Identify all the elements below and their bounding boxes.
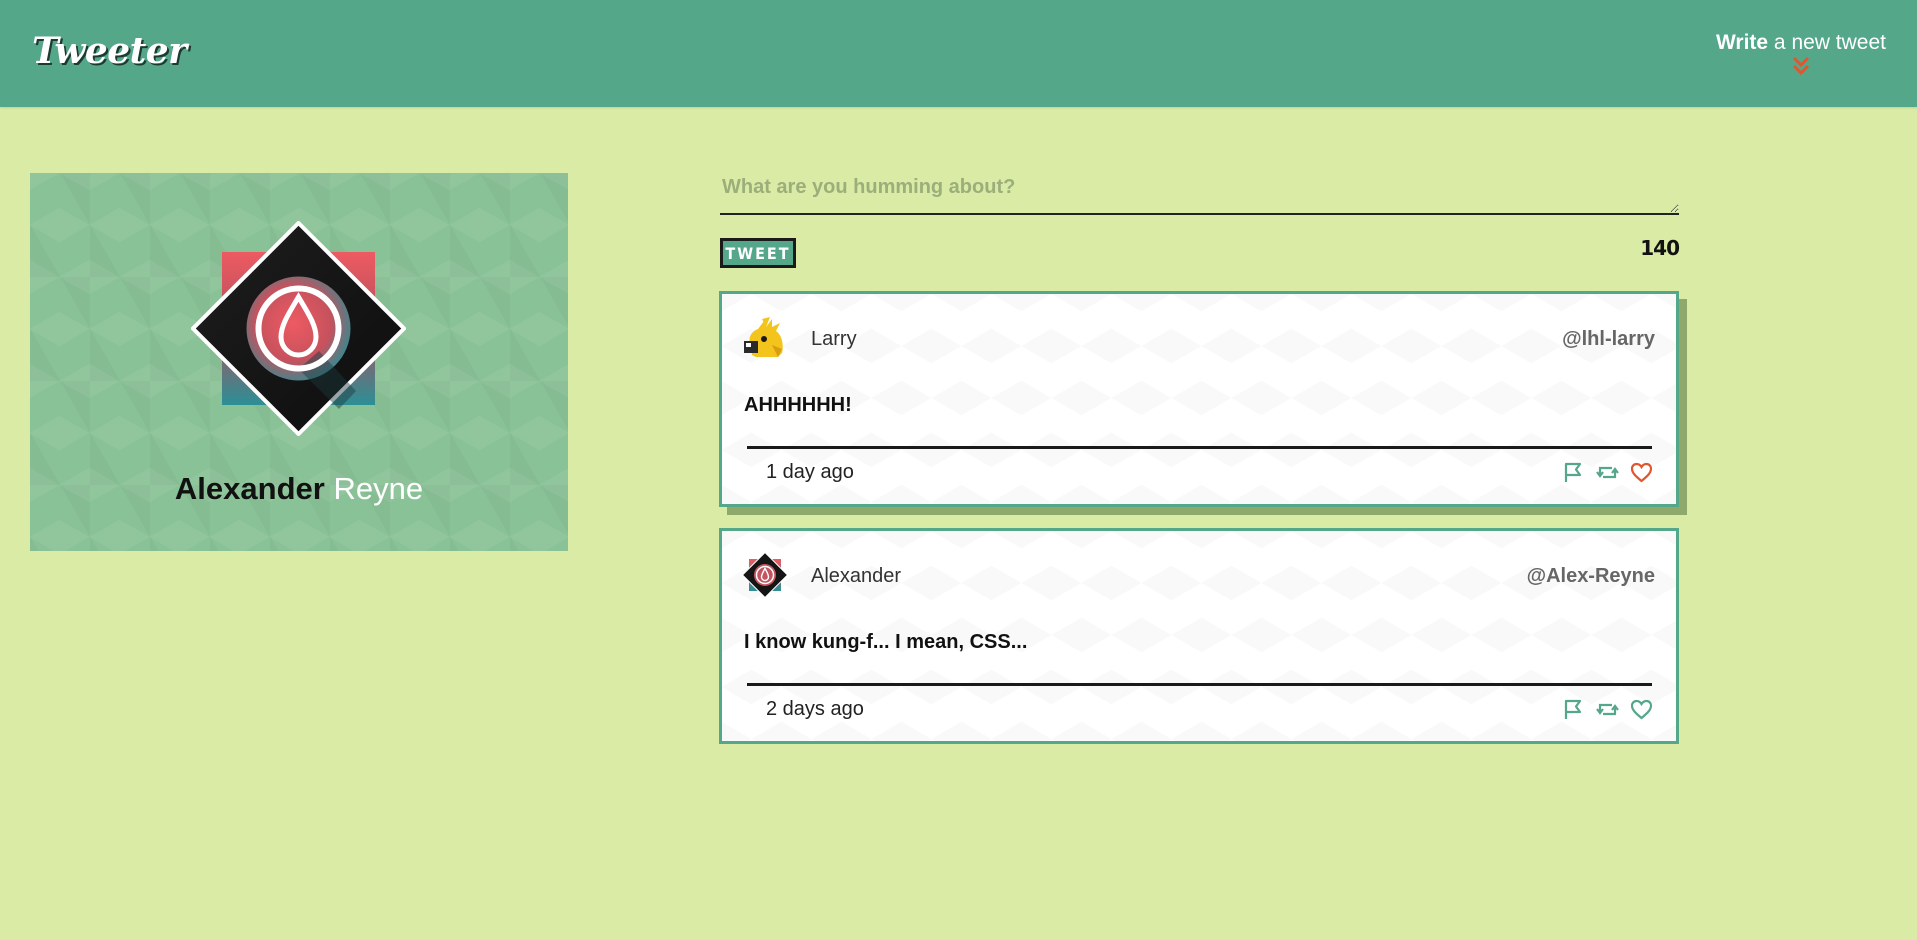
- profile-name: Alexander Reyne: [30, 470, 568, 508]
- retweet-icon[interactable]: [1595, 697, 1620, 722]
- profile-card: Alexander Reyne: [30, 173, 568, 551]
- logo[interactable]: Tweeter: [32, 30, 187, 72]
- tweet-actions: [1561, 460, 1654, 485]
- profile-first-name: Alexander: [174, 471, 325, 506]
- top-nav: Tweeter Write a new tweet: [0, 0, 1917, 107]
- tweet-divider: [747, 446, 1652, 449]
- compose-toggle-strong: Write: [1715, 31, 1769, 54]
- flag-icon[interactable]: [1561, 460, 1586, 485]
- heart-icon[interactable]: [1629, 697, 1654, 722]
- retweet-icon[interactable]: [1595, 460, 1620, 485]
- compose-toggle-button[interactable]: Write a new tweet: [1716, 30, 1886, 76]
- tweet-avatar: [742, 552, 788, 598]
- tweet-text: AHHHHHH!: [744, 394, 852, 416]
- tweet-author-name: Alexander: [811, 565, 902, 587]
- char-counter: 140: [1640, 236, 1680, 260]
- tweet-author-handle[interactable]: @Alex-Reyne: [1527, 565, 1655, 588]
- tweet-timestamp: 2 days ago: [766, 698, 864, 720]
- tweet-author-name: Larry: [811, 328, 857, 350]
- tweet-divider: [747, 683, 1652, 686]
- flag-icon[interactable]: [1561, 697, 1586, 722]
- compose-toggle-rest: a new tweet: [1768, 31, 1886, 54]
- tweet-author-handle[interactable]: @lhl-larry: [1562, 328, 1655, 351]
- compose-form: TWEET 140: [720, 170, 1680, 268]
- tweet-button[interactable]: TWEET: [720, 238, 796, 268]
- tweet-avatar: [744, 317, 783, 357]
- double-chevron-down-icon: [1792, 56, 1810, 76]
- tweet-timestamp: 1 day ago: [766, 461, 854, 483]
- tweet-card: Alexander @Alex-Reyne I know kung-f... I…: [719, 528, 1679, 744]
- tweet-text: I know kung-f... I mean, CSS...: [744, 631, 1028, 653]
- profile-last-name: Reyne: [333, 471, 424, 506]
- compose-input[interactable]: [720, 170, 1679, 215]
- profile-avatar: [191, 221, 406, 436]
- tweet-actions: [1561, 697, 1654, 722]
- heart-icon[interactable]: [1629, 460, 1654, 485]
- compose-toggle-label: Write a new tweet: [1716, 30, 1886, 56]
- tweet-card: Larry @lhl-larry AHHHHHH! 1 day ago: [719, 291, 1679, 507]
